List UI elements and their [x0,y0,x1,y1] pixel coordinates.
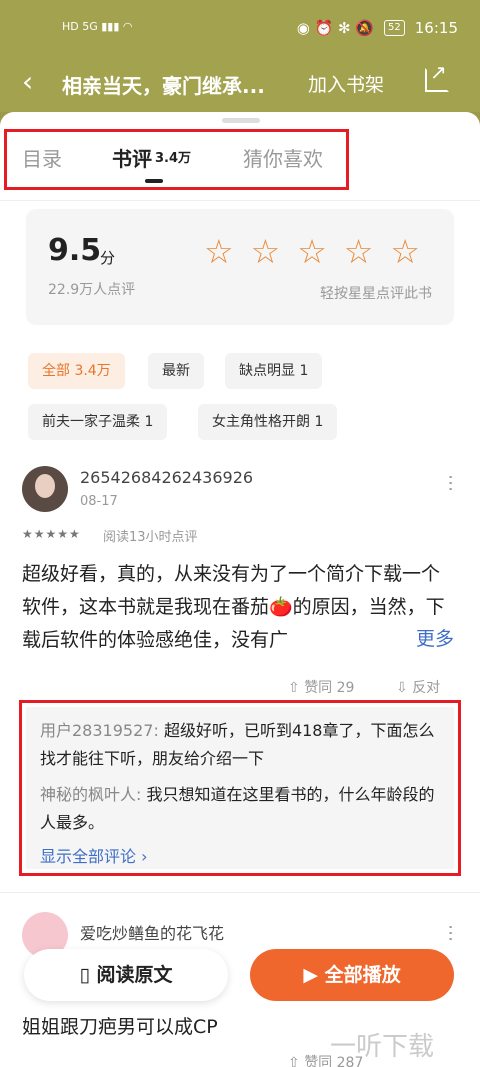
watermark-logo: 一听下载 [330,1032,435,1062]
read-original-button[interactable]: ▯ 阅读原文 [24,949,228,1001]
sheet-grabber[interactable] [222,118,260,123]
dislike-button[interactable]: ⇩ 反对 [396,677,440,697]
share-icon[interactable] [425,60,449,92]
comment-item[interactable]: 用户28319527: 超级好听，已听到418章了，下面怎么找才能往下听，朋友给… [40,717,440,773]
add-to-shelf-button[interactable]: 加入书架 [308,70,384,97]
filter-chip-tag1[interactable]: 前夫一家子温柔 1 [28,404,168,440]
divider [0,200,480,201]
dislike-label: 反对 [412,680,441,696]
like-button[interactable]: ⇧ 赞同 29 [288,677,354,697]
rating-unit: 分 [100,249,116,267]
tab-reviews-label: 书评 [112,147,152,171]
star-icon[interactable]: ☆ [390,235,420,269]
tab-reviews-count: 3.4万 [155,151,192,166]
comments-panel: 用户28319527: 超级好听，已听到418章了，下面怎么找才能往下听，朋友给… [26,707,454,869]
book-title: 相亲当天，豪门继承... [62,74,265,98]
star-icon[interactable]: ☆ [297,235,327,269]
tab-recommend[interactable]: 猜你喜欢 [243,143,323,172]
more-options-icon[interactable]: ⋯ [440,924,461,942]
rate-hint: 轻按星星点评此书 [320,286,432,302]
rate-stars: ☆ ☆ ☆ ☆ ☆ [204,235,420,269]
back-arrow-icon[interactable]: ‹ [22,68,33,96]
show-all-comments-link[interactable]: 显示全部评论 › [40,843,148,867]
comment-user: 神秘的枫叶人: [40,785,142,804]
review-date: 08-17 [80,494,118,509]
rating-card: 9.5 分 22.9万人点评 ☆ ☆ ☆ ☆ ☆ 轻按星星点评此书 [26,209,454,325]
review-sheet: 目录 书评 3.4万 猜你喜欢 9.5 分 22.9万人点评 ☆ ☆ ☆ ☆ ☆ … [0,112,480,1067]
review-stars: ★★★★★ [22,527,81,541]
filter-chip-flaws[interactable]: 缺点明显 1 [225,353,323,389]
rating-score: 9.5 [48,233,102,268]
star-icon[interactable]: ☆ [251,235,281,269]
filter-chip-all[interactable]: 全部 3.4万 [28,353,125,389]
star-icon[interactable]: ☆ [204,235,234,269]
comment-user: 用户28319527: [40,721,159,740]
filter-chip-latest[interactable]: 最新 [148,353,204,389]
expand-more-link[interactable]: 更多 [400,624,455,651]
review-text[interactable]: 姐姐跟刀疤男可以成CP [22,1012,218,1039]
comments-highlight-box: 用户28319527: 超级好听，已听到418章了，下面怎么找才能往下听，朋友给… [19,700,461,876]
title-bar: ‹ 相亲当天，豪门继承... 加入书架 [0,56,480,112]
comment-item[interactable]: 神秘的枫叶人: 我只想知道在这里看书的，什么年龄段的人最多。 [40,781,440,837]
review-username[interactable]: 26542684262436926 [80,468,253,487]
divider [0,892,480,893]
read-original-label: 阅读原文 [96,964,173,986]
like-count: 赞同 29 [304,680,355,696]
status-icons: ◉ ⏰ ✻ 🔕 [296,19,375,37]
rater-count: 22.9万人点评 [48,282,136,298]
tab-reviews[interactable]: 书评 3.4万 [112,143,191,172]
status-right: ◉ ⏰ ✻ 🔕 52 16:15 [297,19,458,37]
filter-chip-tag2[interactable]: 女主角性格开朗 1 [198,404,338,440]
battery-icon: 52 [384,20,405,36]
tab-catalog[interactable]: 目录 [22,143,62,172]
review-username[interactable]: 爱吃炒鳝鱼的花飞花 [80,920,224,944]
read-duration: 阅读13小时点评 [103,530,198,545]
star-icon[interactable]: ☆ [344,235,374,269]
play-all-label: 全部播放 [324,964,401,986]
active-tab-indicator [145,179,163,183]
avatar[interactable] [22,466,68,512]
more-options-icon[interactable]: ⋯ [440,474,461,492]
signal-indicators: HD 5G ▮▮▮ ◠ [62,20,133,33]
play-all-button[interactable]: ▶ 全部播放 [250,949,454,1001]
clock: 16:15 [414,19,458,37]
status-bar: HD 5G ▮▮▮ ◠ ◉ ⏰ ✻ 🔕 52 16:15 [0,0,480,56]
review-text[interactable]: 超级好看，真的，从来没有为了一个简介下载一个软件，这本书就是我现在番茄🍅的原因，… [22,558,458,657]
